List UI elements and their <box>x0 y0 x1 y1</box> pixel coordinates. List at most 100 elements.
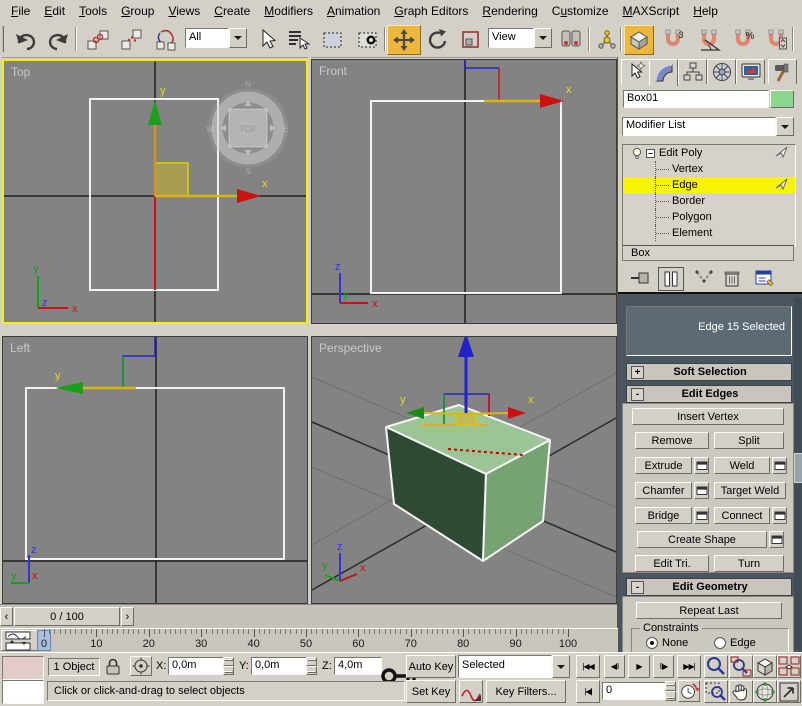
menu-create[interactable]: Create <box>207 0 257 22</box>
z-coordinate-field[interactable]: 4,0m <box>334 657 382 675</box>
radio-icon[interactable] <box>714 637 726 649</box>
chamfer-settings-button[interactable] <box>694 482 709 499</box>
previous-frame-button[interactable]: ◀‖ <box>604 655 625 678</box>
track-bar[interactable]: 0 10 20 30 40 50 60 70 80 90 100 <box>0 628 618 654</box>
menu-edit[interactable]: Edit <box>37 0 72 22</box>
go-to-end-button[interactable]: ▶▶| <box>677 655 701 678</box>
gizmo-x-arrow[interactable] <box>508 407 526 419</box>
object-name-field[interactable]: Box01 <box>623 90 769 108</box>
viewport-perspective[interactable]: y x z y x Perspective <box>311 336 617 604</box>
rollout-expand-icon[interactable]: + <box>631 365 644 379</box>
unlink-button[interactable] <box>115 25 149 55</box>
weld-button[interactable]: Weld <box>714 457 770 474</box>
absolute-mode-button[interactable] <box>130 656 152 676</box>
y-spinner[interactable] <box>306 657 317 675</box>
gizmo-xy-plane[interactable] <box>154 162 189 197</box>
angle-snap-button[interactable] <box>692 25 726 55</box>
timeline-prev-button[interactable]: ‹ <box>0 607 13 626</box>
create-tab[interactable] <box>621 59 650 84</box>
rollout-edit-geometry[interactable]: - Edit Geometry <box>626 578 792 596</box>
percent-snap-button[interactable]: % <box>727 25 759 55</box>
x-spinner[interactable] <box>223 657 234 675</box>
select-by-name-button[interactable] <box>281 25 315 55</box>
stack-base-row[interactable]: Box <box>622 245 794 261</box>
stack-row-border[interactable]: Border <box>623 193 795 209</box>
utilities-tab[interactable] <box>768 59 797 84</box>
snaps-toggle-button[interactable]: 3 <box>656 25 690 55</box>
stack-row-vertex[interactable]: Vertex <box>623 161 795 177</box>
pan-button[interactable] <box>729 680 753 703</box>
rotate-button[interactable] <box>421 25 455 55</box>
key-mode-dropdown[interactable]: Selected <box>458 655 570 678</box>
insert-vertex-button[interactable]: Insert Vertex <box>632 408 784 425</box>
connect-settings-button[interactable] <box>772 507 787 524</box>
gizmo-x-arrow[interactable] <box>237 189 261 203</box>
extrude-settings-button[interactable] <box>694 457 709 474</box>
current-frame-field[interactable]: 0 <box>602 682 666 700</box>
dropdown-arrow-icon[interactable] <box>534 28 552 48</box>
horizontal-splitter[interactable] <box>0 324 617 336</box>
stack-row-edge[interactable]: Edge <box>623 177 795 193</box>
bridge-button[interactable]: Bridge <box>635 507 692 524</box>
constraint-edge-radio[interactable]: Edge <box>714 637 756 649</box>
remove-button[interactable]: Remove <box>635 432 709 449</box>
make-unique-button[interactable] <box>692 267 716 289</box>
scrollbar-thumb[interactable] <box>794 453 802 483</box>
zoom-extents-button[interactable] <box>753 655 777 678</box>
viewport-label[interactable]: Front <box>319 64 348 78</box>
zoom-all-button[interactable] <box>729 655 753 678</box>
dropdown-arrow-icon[interactable] <box>552 655 570 678</box>
menu-views[interactable]: Views <box>161 0 207 22</box>
create-shape-settings-button[interactable] <box>769 531 784 548</box>
keyboard-override-button[interactable] <box>624 25 654 55</box>
extrude-button[interactable]: Extrude <box>635 457 692 474</box>
object-color-swatch[interactable] <box>770 90 794 108</box>
remove-modifier-button[interactable] <box>720 267 744 289</box>
turn-button[interactable]: Turn <box>714 555 784 572</box>
viewport-front[interactable]: x z y x Front <box>311 59 617 324</box>
bind-spacewarp-button[interactable] <box>149 25 183 55</box>
weld-settings-button[interactable] <box>772 457 787 474</box>
dropdown-arrow-icon[interactable] <box>776 117 794 136</box>
key-filters-button[interactable]: Key Filters... <box>486 680 566 703</box>
menu-help[interactable]: Help <box>686 0 725 22</box>
rollout-soft-selection[interactable]: + Soft Selection <box>626 363 792 381</box>
gizmo-y-arrow[interactable] <box>148 100 162 125</box>
connect-button[interactable]: Connect <box>714 507 770 524</box>
motion-tab[interactable] <box>707 59 736 84</box>
menu-tools[interactable]: Tools <box>72 0 114 22</box>
radio-icon[interactable] <box>646 637 658 649</box>
rollout-collapse-icon[interactable]: - <box>631 580 644 594</box>
menu-modifiers[interactable]: Modifiers <box>257 0 320 22</box>
go-to-start-button[interactable]: |◀◀ <box>576 655 600 678</box>
maxscript-listener-pink[interactable] <box>2 656 44 680</box>
menu-maxscript[interactable]: MAXScript <box>616 0 687 22</box>
rollout-collapse-icon[interactable]: - <box>631 387 644 401</box>
menu-group[interactable]: Group <box>114 0 161 22</box>
time-slider[interactable]: 0 / 100 <box>14 607 120 626</box>
mini-curve-editor-button[interactable] <box>1 630 41 651</box>
min-max-toggle-button[interactable] <box>777 680 801 703</box>
repeat-last-button[interactable]: Repeat Last <box>636 602 782 619</box>
stack-row-element[interactable]: Element <box>623 225 795 241</box>
x-coordinate-field[interactable]: 0,0m <box>168 657 224 675</box>
time-configuration-button[interactable] <box>678 680 700 702</box>
timeline-next-button[interactable]: › <box>121 607 134 626</box>
constraint-none-radio[interactable]: None <box>646 637 688 649</box>
selection-lock-icon[interactable] <box>103 657 123 680</box>
scale-button[interactable] <box>455 25 487 55</box>
viewport-label[interactable]: Perspective <box>319 341 382 355</box>
select-link-button[interactable] <box>81 25 115 55</box>
gizmo-y-arrow[interactable] <box>55 382 83 394</box>
pivot-center-button[interactable] <box>555 25 587 55</box>
gizmo-y-arrow[interactable] <box>406 407 424 419</box>
set-key-button[interactable]: Set Key <box>406 680 456 703</box>
menu-customize[interactable]: Customize <box>545 0 616 22</box>
modifier-stack[interactable]: Edit Poly Vertex Edge Border Polygon Element <box>622 144 796 247</box>
viewport-top[interactable]: TOP N S W E y x y z x Top <box>2 59 308 324</box>
undo-button[interactable] <box>10 25 42 55</box>
region-select-button[interactable] <box>316 25 350 55</box>
window-crossing-button[interactable] <box>351 25 385 55</box>
viewport-label[interactable]: Top <box>11 65 31 79</box>
region-zoom-button[interactable] <box>704 680 728 703</box>
